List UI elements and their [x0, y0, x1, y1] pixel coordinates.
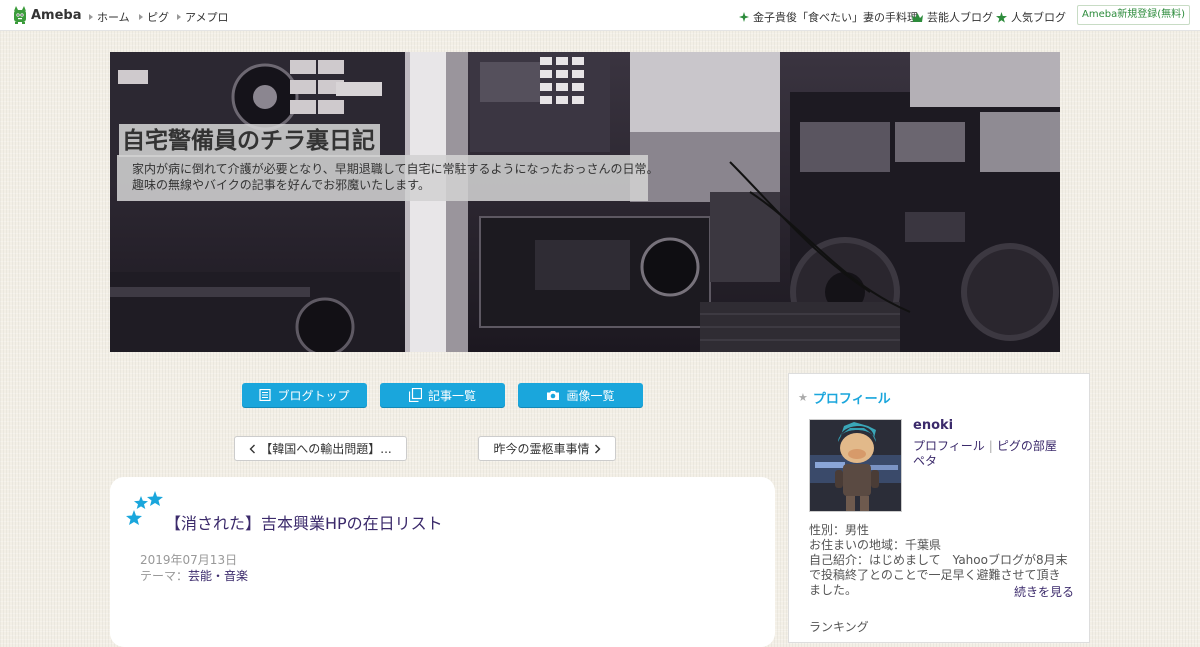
ameba-mascot-icon: [14, 6, 26, 24]
register-button[interactable]: Ameba新規登録(無料): [1077, 5, 1190, 25]
sparkle-icon: [739, 12, 749, 22]
brand-text: Ameba: [31, 7, 82, 23]
celebrity-blog-link[interactable]: 芸能人ブログ: [912, 9, 993, 25]
entry-list-button[interactable]: 記事一覧: [380, 383, 505, 407]
nav-home[interactable]: ホーム: [89, 9, 130, 25]
profile-heading: ★ プロフィール: [798, 388, 891, 407]
entry-list-label: 記事一覧: [427, 388, 476, 403]
blog-top-button[interactable]: ブログトップ: [242, 383, 367, 407]
profile-username[interactable]: enoki: [913, 418, 953, 433]
blog-description-line: 趣味の無線やバイクの記事を好んでお邪魔いたします。: [132, 178, 430, 192]
blog-description: 家内が病に倒れて介護が必要となり、早期退職して自宅に常駐するようになったおっさん…: [117, 155, 659, 201]
profile-links: プロフィール | ピグの部屋 ペタ: [913, 439, 1073, 469]
next-entry-label: 昨今の霊柩車事情: [493, 442, 590, 456]
profile-location: お住まいの地域：千葉県: [809, 538, 942, 552]
article-date: 2019年07月13日: [140, 553, 238, 567]
profile-gender: 性別：男性: [809, 523, 870, 537]
theme-link[interactable]: 芸能・音楽: [188, 569, 248, 583]
avatar[interactable]: [809, 419, 902, 512]
avatar-figure-image: [810, 420, 901, 511]
blog-title[interactable]: 自宅警備員のチラ裏日記: [119, 124, 380, 157]
profile-heading-label: プロフィール: [812, 392, 891, 407]
chevron-left-icon: [249, 444, 256, 453]
chevron-right-icon: [594, 444, 600, 453]
arrow-right-icon: [177, 14, 181, 20]
prev-entry-label: 【韓国への輸出問題】...: [260, 442, 392, 456]
star-icon: [996, 11, 1007, 23]
blog-header-image: [110, 52, 1060, 352]
topic-link[interactable]: 金子貴俊「食べたい」妻の手料理: [739, 9, 918, 25]
next-entry-button[interactable]: 昨今の霊柩車事情: [478, 436, 616, 461]
nav-pigg[interactable]: ピグ: [139, 9, 169, 25]
theme-label: テーマ：: [140, 569, 189, 583]
blog-top-label: ブログトップ: [277, 388, 350, 403]
image-list-button[interactable]: 画像一覧: [518, 383, 643, 407]
ranking-heading: ランキング: [809, 620, 869, 634]
blog-description-line: 家内が病に倒れて介護が必要となり、早期退職して自宅に常駐するようになったおっさん…: [132, 162, 659, 176]
popular-blog-link[interactable]: 人気ブログ: [996, 9, 1066, 25]
radio-equipment-photo: [110, 52, 1060, 352]
popular-blog-label: 人気ブログ: [1011, 11, 1066, 24]
nav-home-label: ホーム: [97, 11, 130, 24]
nav-amepro[interactable]: アメプロ: [177, 9, 228, 25]
link-separator: |: [988, 439, 993, 453]
crown-icon: [912, 12, 923, 22]
topic-link-label: 金子貴俊「食べたい」妻の手料理: [753, 11, 918, 24]
global-header: Ameba ホーム ピグ アメプロ 金子貴俊「食べたい」妻の手料理 芸能人ブログ…: [0, 0, 1200, 31]
pigg-room-link[interactable]: ピグの部屋: [997, 439, 1057, 453]
image-list-label: 画像一覧: [566, 388, 615, 403]
copy-icon: [408, 388, 422, 402]
article-title[interactable]: 【消された】吉本興業HPの在日リスト: [165, 510, 443, 534]
read-more-link[interactable]: 続きを見る: [1014, 583, 1074, 600]
profile-link[interactable]: プロフィール: [913, 439, 985, 453]
celebrity-blog-label: 芸能人ブログ: [927, 11, 993, 24]
star-icon: ★: [798, 391, 808, 404]
peta-link[interactable]: ペタ: [913, 454, 937, 468]
article-theme: テーマ：芸能・音楽: [140, 567, 248, 584]
nav-amepro-label: アメプロ: [185, 11, 229, 24]
stars-icon: [126, 491, 163, 525]
arrow-right-icon: [89, 14, 93, 20]
document-icon: [259, 389, 272, 401]
prev-entry-button[interactable]: 【韓国への輸出問題】...: [234, 436, 407, 461]
ameba-logo[interactable]: Ameba: [12, 6, 82, 24]
nav-pigg-label: ピグ: [147, 11, 169, 24]
arrow-right-icon: [139, 14, 143, 20]
camera-icon: [547, 390, 560, 400]
